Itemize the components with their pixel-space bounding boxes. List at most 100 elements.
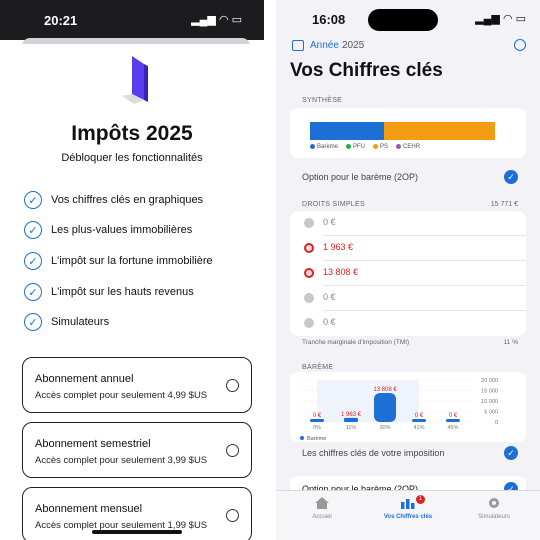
- option-bareme-checkmark-icon[interactable]: ✓: [504, 170, 518, 184]
- tab-label: Accueil: [312, 514, 332, 520]
- ps-bar: [384, 122, 495, 140]
- subscription-semiannual-option[interactable]: Abonnement semestriel Accès complet pour…: [22, 422, 252, 478]
- droits-value: 1 963 €: [323, 242, 354, 252]
- checkmark-circle-icon: ✓: [24, 252, 42, 270]
- tab-accueil[interactable]: Accueil: [282, 497, 362, 520]
- checkmark-circle-icon: ✓: [24, 221, 42, 239]
- checkmark-circle-icon: ✓: [24, 283, 42, 301]
- feature-item: ✓ Vos chiffres clés en graphiques: [24, 191, 203, 209]
- droits-row[interactable]: 13 808 €: [290, 261, 526, 286]
- radio-icon: [304, 293, 314, 303]
- droits-value: 0 €: [323, 217, 336, 227]
- house-icon: [315, 497, 329, 509]
- radio-icon: [304, 218, 314, 228]
- section-header-droits: DROITS SIMPLES: [302, 201, 365, 208]
- bar: [412, 419, 426, 422]
- paywall-screen: 20:21 ▂▄▆ ◠ ▭ Impôts 2025 Débloquer les …: [0, 0, 264, 540]
- status-bar: 20:21 ▂▄▆ ◠ ▭: [0, 0, 264, 40]
- legend-label: Barème: [307, 436, 326, 442]
- section-header-synthese: SYNTHÈSE: [302, 97, 343, 104]
- subscription-annual-option[interactable]: Abonnement annuel Accès complet pour seu…: [22, 357, 252, 413]
- y-tick-label: 10 000: [481, 399, 498, 405]
- x-tick-label: 11%: [346, 425, 357, 431]
- chiffres-cles-checkmark-icon[interactable]: ✓: [504, 446, 518, 460]
- feature-label: Les plus-values immobilières: [51, 224, 193, 236]
- droits-card: 0 € 1 963 € 13 808 € 0 € 0 €: [290, 211, 526, 336]
- tab-bar: Accueil 1 Vos Chiffres clés Simulateurs: [276, 490, 540, 540]
- subscription-name: Abonnement annuel: [35, 373, 134, 385]
- droits-value: 0 €: [323, 317, 336, 327]
- tmi-label: Tranche marginale d'imposition (TMI): [302, 339, 410, 346]
- dynamic-island: [368, 9, 438, 31]
- notification-badge: 1: [416, 495, 425, 504]
- feature-item: ✓ Simulateurs: [24, 313, 109, 331]
- synthese-card: Barème PFU PS CEHR: [290, 108, 526, 158]
- bareme-bar: [310, 122, 384, 140]
- checkmark-circle-icon: ✓: [24, 313, 42, 331]
- tab-chiffres-cles[interactable]: 1 Vos Chiffres clés: [368, 495, 448, 520]
- radio-button[interactable]: [226, 444, 239, 457]
- bar-value-label: 1 963 €: [341, 412, 362, 418]
- status-time: 20:21: [44, 13, 78, 28]
- y-tick-label: 5 000: [484, 410, 498, 416]
- key-figures-screen: 16:08 ▂▄▆ ◠ ▭ Année 2025 Vos Chiffres cl…: [276, 0, 540, 540]
- y-tick-label: 20 000: [481, 378, 498, 384]
- highlight-band: [317, 380, 419, 422]
- status-time: 16:08: [312, 12, 346, 27]
- feature-label: L'impôt sur les hauts revenus: [51, 286, 194, 298]
- feature-item: ✓ Les plus-values immobilières: [24, 221, 192, 239]
- x-tick-label: 41%: [413, 425, 424, 431]
- droits-value: 13 808 €: [323, 267, 359, 277]
- droits-row[interactable]: 1 963 €: [290, 236, 526, 261]
- radio-icon: [304, 268, 314, 278]
- bar-value-label: 0 €: [313, 413, 322, 419]
- subscription-name: Abonnement mensuel: [35, 503, 143, 515]
- home-indicator: [92, 530, 182, 534]
- bar: [344, 417, 358, 422]
- legend-item: Barème: [310, 144, 338, 150]
- feature-item: ✓ L'impôt sur les hauts revenus: [24, 283, 194, 301]
- chiffres-cles-option-label: Les chiffres clés de votre imposition: [302, 448, 445, 458]
- checkmark-circle-icon: ✓: [24, 191, 42, 209]
- bar-value-label: 13 808 €: [373, 387, 397, 393]
- x-tick-label: 0%: [313, 425, 321, 431]
- droits-row[interactable]: 0 €: [290, 311, 526, 336]
- radio-button[interactable]: [226, 509, 239, 522]
- app-logo-icon: [122, 56, 148, 104]
- bareme-chart: 20 000 15 000 10 000 5 000 0 0 € 0% 1 963 € 11% 1…: [300, 378, 498, 442]
- tab-label: Vos Chiffres clés: [383, 514, 433, 520]
- feature-label: L'impôt sur la fortune immobilière: [51, 255, 213, 267]
- bar: [310, 419, 324, 422]
- legend-item: CEHR: [396, 144, 420, 150]
- droits-row[interactable]: 0 €: [290, 286, 526, 311]
- subscription-desc: Accès complet pour seulement 4,99 $US: [35, 390, 208, 401]
- tmi-value: 11 %: [503, 339, 518, 346]
- x-tick-label: 45%: [447, 425, 458, 431]
- synthese-legend: Barème PFU PS CEHR: [310, 144, 420, 150]
- feature-label: Simulateurs: [51, 316, 110, 328]
- status-icons: ▂▄▆ ◠ ▭: [475, 13, 526, 25]
- feature-label: Vos chiffres clés en graphiques: [51, 194, 204, 206]
- bar-value-label: 0 €: [449, 413, 458, 419]
- year-value: 2025: [342, 40, 365, 51]
- option-bareme-label: Option pour le barème (2OP): [302, 172, 419, 182]
- y-tick-label: 15 000: [481, 389, 498, 395]
- radio-icon: [304, 318, 314, 328]
- radio-button[interactable]: [226, 379, 239, 392]
- calendar-icon[interactable]: [292, 40, 304, 51]
- year-button[interactable]: Année: [310, 40, 339, 51]
- bar: [374, 393, 396, 422]
- chart-pie-icon[interactable]: [514, 39, 526, 51]
- legend-item: PFU: [346, 144, 365, 150]
- feature-item: ✓ L'impôt sur la fortune immobilière: [24, 252, 213, 270]
- status-icons: ▂▄▆ ◠ ▭: [191, 14, 242, 26]
- bareme-chart-card: 20 000 15 000 10 000 5 000 0 0 € 0% 1 963 € 11% 1…: [290, 372, 526, 442]
- x-tick-label: 30%: [379, 425, 390, 431]
- bar-chart-icon: [401, 499, 415, 509]
- tab-simulateurs[interactable]: Simulateurs: [454, 497, 534, 520]
- bar: [446, 419, 460, 422]
- droits-row[interactable]: 0 €: [290, 211, 526, 236]
- page-title: Vos Chiffres clés: [290, 60, 443, 81]
- section-header-bareme: BARÈME: [302, 364, 334, 371]
- droits-total: 15 771 €: [490, 201, 518, 208]
